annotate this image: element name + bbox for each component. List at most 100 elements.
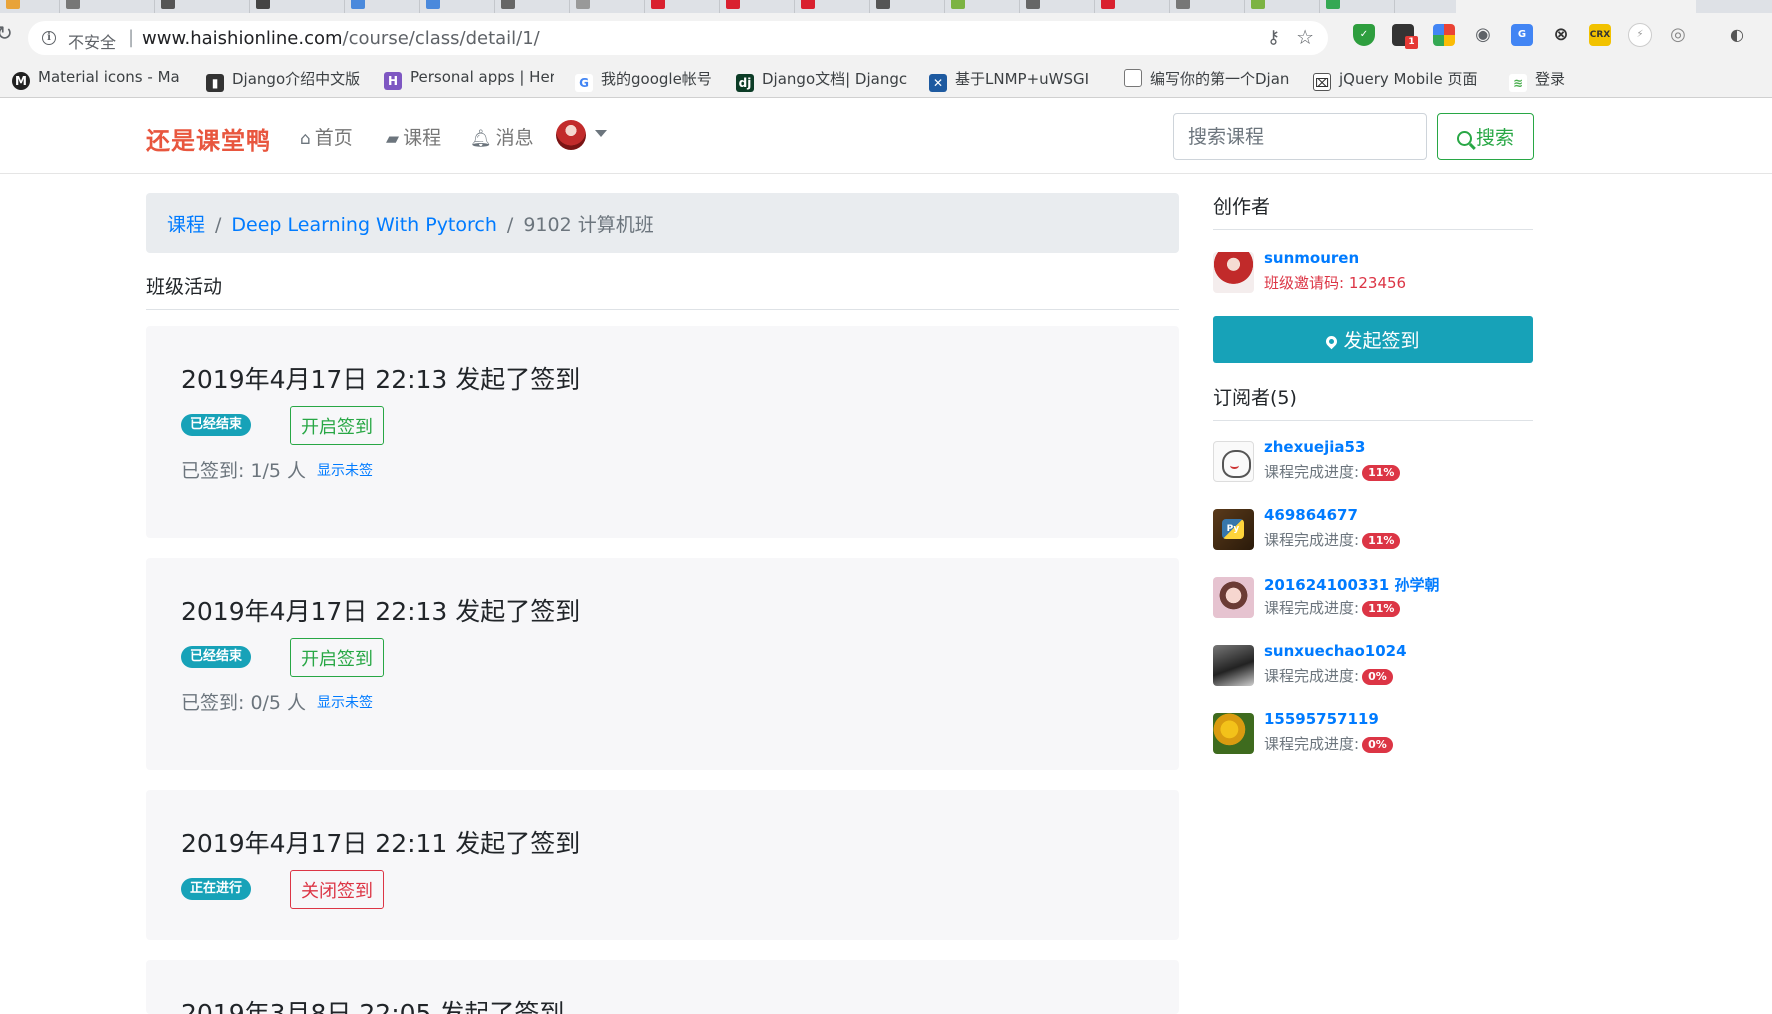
browser-tab[interactable] — [495, 0, 570, 13]
show-unsigned-link[interactable]: 显示未签 — [317, 460, 373, 480]
progress-label: 课程完成进度: — [1264, 667, 1360, 685]
bookmark-item[interactable]: G 我的google帐号 — [575, 68, 720, 92]
browser-tab[interactable] — [720, 0, 795, 13]
page-icon — [1124, 69, 1142, 87]
subscriber-name[interactable]: 201624100331 孙学朝 — [1264, 574, 1439, 595]
browser-tab[interactable] — [795, 0, 870, 13]
avatar[interactable] — [1213, 441, 1254, 482]
subscriber-name[interactable]: 15595757119 — [1264, 710, 1379, 728]
book-icon: ▮ — [206, 74, 224, 92]
browser-tab-active[interactable] — [1456, 0, 1696, 13]
bookmark-label: Personal apps | Her — [410, 68, 554, 86]
breadcrumb-separator: / — [215, 214, 222, 236]
avatar[interactable] — [1213, 509, 1254, 550]
bookmark-star-icon[interactable]: ☆ — [1296, 25, 1314, 49]
spiral-extension-icon[interactable]: ◎ — [1667, 24, 1689, 46]
book-icon: ▰ — [386, 129, 400, 149]
bookmark-item[interactable]: ≋ 登录 — [1509, 68, 1599, 92]
close-signin-button[interactable]: 关闭签到 — [290, 870, 384, 909]
browser-tab[interactable] — [1095, 0, 1170, 13]
breadcrumb-course-link[interactable]: Deep Learning With Pytorch — [231, 214, 496, 236]
nav-courses[interactable]: ▰ 课程 — [386, 123, 441, 150]
bookmark-item[interactable]: ▮ Django介绍中文版 — [206, 68, 366, 92]
browser-tab[interactable] — [250, 0, 345, 13]
browser-tab[interactable] — [345, 0, 420, 13]
search-input[interactable] — [1173, 113, 1427, 160]
browser-tab[interactable] — [645, 0, 720, 13]
nav-messages[interactable]: 🔔︎ 消息 — [470, 123, 534, 150]
bookmark-item[interactable]: 编写你的第一个Djan — [1124, 68, 1299, 92]
bookmark-item[interactable]: ⌧ jQuery Mobile 页面 — [1313, 68, 1488, 92]
globe-extension-icon[interactable]: ⊗ — [1550, 24, 1572, 46]
browser-tab[interactable] — [570, 0, 645, 13]
subscriber-name[interactable]: sunxuechao1024 — [1264, 642, 1407, 660]
open-signin-button[interactable]: 开启签到 — [290, 406, 384, 445]
nav-messages-label: 消息 — [495, 127, 534, 149]
progress-line: 课程完成进度: 11% — [1264, 529, 1401, 550]
start-signin-button[interactable]: 发起签到 — [1213, 316, 1533, 363]
bookmark-item[interactable]: H Personal apps | Her — [384, 68, 554, 92]
insecure-label: 不安全 — [68, 33, 117, 52]
subscriber-name[interactable]: 469864677 — [1264, 506, 1358, 524]
progress-line: 课程完成进度: 0% — [1264, 665, 1393, 686]
bookmark-item[interactable]: M Material icons - Ma — [12, 68, 187, 92]
address-bar[interactable]: i 不安全 | www.haishionline.com/course/clas… — [28, 21, 1328, 55]
user-avatar[interactable] — [556, 120, 586, 150]
nav-home-label: 首页 — [314, 127, 353, 149]
activity-card: 2019年4月17日 22:11 发起了签到 正在进行 关闭签到 — [146, 790, 1179, 940]
info-icon[interactable]: i — [42, 31, 56, 45]
creator-row: sunmouren 班级邀请码: 123456 — [1213, 248, 1533, 300]
eye-icon[interactable]: ◉ — [1472, 24, 1494, 46]
nav-home[interactable]: ⌂ 首页 — [300, 123, 353, 150]
search-button[interactable]: 搜索 — [1437, 113, 1534, 160]
crx-icon[interactable]: CRX — [1589, 24, 1611, 46]
avatar[interactable] — [1213, 577, 1254, 618]
browser-tab[interactable] — [870, 0, 945, 13]
breadcrumb-courses-link[interactable]: 课程 — [167, 214, 205, 236]
show-unsigned-link[interactable]: 显示未签 — [317, 692, 373, 712]
url-text[interactable]: www.haishionline.com/course/class/detail… — [142, 28, 540, 49]
bell-icon: 🔔︎ — [470, 129, 492, 149]
bookmarks-bar: M Material icons - Ma ▮ Django介绍中文版 H Perso… — [0, 62, 1772, 98]
bookmark-item[interactable]: dj Django文档| Djangc — [736, 68, 911, 92]
avatar[interactable] — [1213, 252, 1254, 293]
avatar[interactable] — [1213, 645, 1254, 686]
brand-logo[interactable]: 还是课堂鸭 — [146, 121, 271, 156]
bookmark-label: 编写你的第一个Djan — [1150, 70, 1290, 88]
browser-tab[interactable] — [1170, 0, 1245, 13]
home-icon: ⌂ — [300, 129, 311, 149]
color-extension-icon[interactable] — [1433, 24, 1455, 46]
translate-icon[interactable]: G — [1511, 24, 1533, 46]
subscriber-row: 469864677 课程完成进度:11% — [1213, 505, 1533, 557]
creator-name[interactable]: sunmouren — [1264, 249, 1359, 267]
progress-badge: 11% — [1362, 465, 1401, 481]
progress-line: 课程完成进度: 11% — [1264, 597, 1401, 618]
cross-icon: ✕ — [929, 74, 947, 92]
browser-tab[interactable] — [0, 0, 60, 13]
browser-tab[interactable] — [1020, 0, 1095, 13]
profile-icon[interactable]: ◐ — [1726, 24, 1748, 46]
avatar[interactable] — [1213, 713, 1254, 754]
browser-tab[interactable] — [1320, 0, 1395, 13]
browser-tab[interactable] — [155, 0, 250, 13]
book-open-icon: ⌧ — [1313, 73, 1331, 91]
bookmark-item[interactable]: ✕ 基于LNMP+uWSGI — [929, 68, 1099, 92]
browser-tab-strip — [0, 0, 1772, 13]
progress-badge: 0% — [1362, 669, 1393, 685]
chevron-down-icon[interactable] — [595, 130, 607, 137]
url-host: www.haishionline.com — [142, 28, 343, 49]
reload-icon[interactable]: ↻ — [0, 21, 13, 45]
activity-title: 2019年3月8日 22:05 发起了签到 — [181, 999, 565, 1014]
url-path: /course/class/detail/1/ — [342, 28, 540, 49]
open-signin-button[interactable]: 开启签到 — [290, 638, 384, 677]
browser-tab[interactable] — [60, 0, 155, 13]
browser-tab[interactable] — [420, 0, 495, 13]
extension-circle-icon[interactable]: ⚡ — [1628, 23, 1652, 47]
shield-extension-icon[interactable]: ✓ — [1353, 24, 1375, 46]
activity-title: 2019年4月17日 22:13 发起了签到 — [181, 365, 581, 394]
creator-heading: 创作者 — [1213, 192, 1533, 230]
browser-tab[interactable] — [945, 0, 1020, 13]
browser-tab[interactable] — [1245, 0, 1320, 13]
key-icon[interactable]: ⚷ — [1267, 27, 1280, 48]
subscriber-name[interactable]: zhexuejia53 — [1264, 438, 1365, 456]
